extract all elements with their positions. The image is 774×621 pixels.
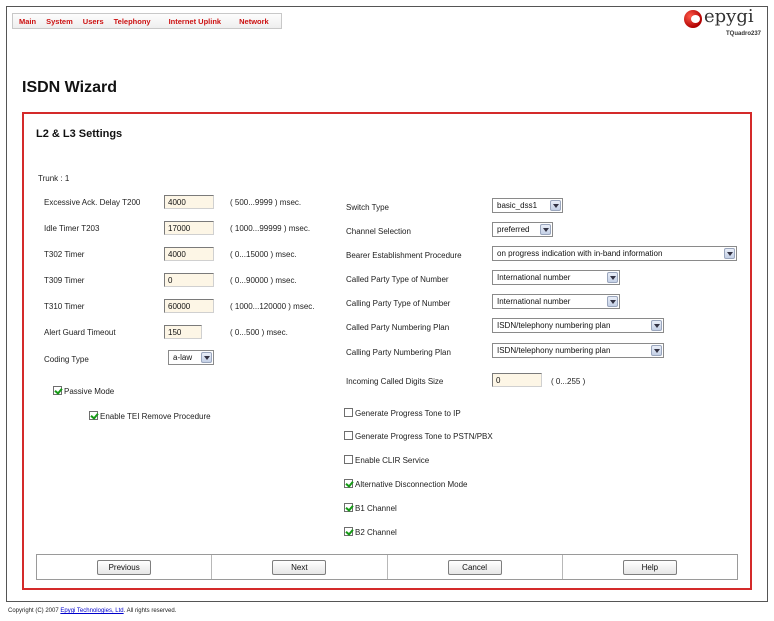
bearer-establishment-select[interactable]: on progress indication with in-band info…	[492, 246, 737, 261]
called-type-value: International number	[497, 273, 571, 282]
cancel-button[interactable]: Cancel	[447, 560, 502, 575]
progress-tone-ip-checkbox[interactable]	[344, 408, 353, 417]
b1-channel-label: B1 Channel	[355, 504, 397, 513]
trunk-label: Trunk : 1	[38, 174, 70, 183]
t203-input[interactable]	[164, 221, 214, 235]
t309-input[interactable]	[164, 273, 214, 287]
epygi-logo: epygi TQuadro237	[682, 6, 764, 42]
t310-label: T310 Timer	[44, 302, 85, 311]
switch-type-label: Switch Type	[346, 203, 389, 212]
previous-button[interactable]: Previous	[97, 560, 152, 575]
tei-remove-label: Enable TEI Remove Procedure	[100, 412, 211, 421]
button-cell: Help	[563, 555, 737, 579]
t310-input[interactable]	[164, 299, 214, 313]
settings-panel: L2 & L3 Settings Trunk : 1 Excessive Ack…	[22, 112, 752, 590]
nav-telephony[interactable]: Telephony	[114, 17, 151, 26]
incoming-digits-label: Incoming Called Digits Size	[346, 377, 444, 386]
calling-plan-label: Calling Party Numbering Plan	[346, 348, 451, 357]
channel-selection-value: preferred	[497, 225, 530, 234]
nav-system[interactable]: System	[46, 17, 73, 26]
button-cell: Next	[212, 555, 388, 579]
help-button[interactable]: Help	[622, 560, 677, 575]
tei-remove-checkbox[interactable]	[89, 411, 98, 420]
alert-guard-range: ( 0...500 ) msec.	[230, 328, 288, 337]
nav-main[interactable]: Main	[19, 17, 36, 26]
nav-internet-uplink[interactable]: Internet Uplink	[169, 17, 222, 26]
logo-mark-icon	[684, 10, 702, 28]
bearer-establishment-value: on progress indication with in-band info…	[497, 249, 663, 258]
progress-tone-pstn-checkbox[interactable]	[344, 431, 353, 440]
alert-guard-input[interactable]	[164, 325, 202, 339]
called-plan-value: ISDN/telephony numbering plan	[497, 321, 611, 330]
copyright-footer: Copyright (C) 2007 Epygi Technologies, L…	[8, 608, 176, 614]
incoming-digits-input[interactable]	[492, 373, 542, 387]
top-navigation: Main System Users Telephony Internet Upl…	[12, 13, 282, 29]
switch-type-select[interactable]: basic_dss1	[492, 198, 563, 213]
device-model: TQuadro237	[726, 31, 762, 37]
epygi-link[interactable]: Epygi Technologies, Ltd	[60, 608, 123, 614]
t200-input[interactable]	[164, 195, 214, 209]
button-cell: Previous	[37, 555, 213, 579]
called-plan-select[interactable]: ISDN/telephony numbering plan	[492, 318, 664, 333]
panel-title: L2 & L3 Settings	[36, 128, 123, 140]
logo-word: epygi	[704, 6, 754, 27]
t203-range: ( 1000...99999 ) msec.	[230, 224, 311, 233]
called-plan-label: Called Party Numbering Plan	[346, 323, 450, 332]
chevron-down-icon	[550, 200, 561, 211]
alt-disconnection-checkbox[interactable]	[344, 479, 353, 488]
page-title: ISDN Wizard	[22, 79, 117, 96]
chevron-down-icon	[607, 296, 618, 307]
coding-type-value: a-law	[173, 353, 193, 362]
t200-label: Excessive Ack. Delay T200	[44, 198, 141, 207]
coding-type-label: Coding Type	[44, 355, 89, 364]
t302-input[interactable]	[164, 247, 214, 261]
calling-plan-select[interactable]: ISDN/telephony numbering plan	[492, 343, 664, 358]
calling-plan-value: ISDN/telephony numbering plan	[497, 346, 611, 355]
calling-type-value: International number	[497, 297, 571, 306]
chevron-down-icon	[607, 272, 618, 283]
chevron-down-icon	[540, 224, 551, 235]
t310-range: ( 1000...120000 ) msec.	[230, 302, 315, 311]
alert-guard-label: Alert Guard Timeout	[44, 328, 116, 337]
coding-type-select[interactable]: a-law	[168, 350, 214, 365]
progress-tone-pstn-label: Generate Progress Tone to PSTN/PBX	[355, 432, 493, 441]
chevron-down-icon	[651, 345, 662, 356]
t200-range: ( 500...9999 ) msec.	[230, 198, 302, 207]
t302-range: ( 0...15000 ) msec.	[230, 250, 297, 259]
button-cell: Cancel	[388, 555, 563, 579]
copyright-suffix: . All rights reserved.	[123, 608, 177, 614]
chevron-down-icon	[201, 352, 212, 363]
clir-service-checkbox[interactable]	[344, 455, 353, 464]
t203-label: Idle Timer T203	[44, 224, 100, 233]
wizard-button-bar: Previous Next Cancel Help	[36, 554, 738, 580]
t302-label: T302 Timer	[44, 250, 85, 259]
copyright-prefix: Copyright (C) 2007	[8, 608, 61, 614]
channel-selection-label: Channel Selection	[346, 227, 411, 236]
calling-type-label: Calling Party Type of Number	[346, 299, 451, 308]
nav-users[interactable]: Users	[83, 17, 104, 26]
next-button[interactable]: Next	[272, 560, 327, 575]
alt-disconnection-label: Alternative Disconnection Mode	[355, 480, 468, 489]
switch-type-value: basic_dss1	[497, 201, 538, 210]
clir-service-label: Enable CLIR Service	[355, 456, 430, 465]
called-type-label: Called Party Type of Number	[346, 275, 449, 284]
t309-label: T309 Timer	[44, 276, 85, 285]
b1-channel-checkbox[interactable]	[344, 503, 353, 512]
b2-channel-checkbox[interactable]	[344, 527, 353, 536]
t309-range: ( 0...90000 ) msec.	[230, 276, 297, 285]
chevron-down-icon	[724, 248, 735, 259]
nav-network[interactable]: Network	[239, 17, 269, 26]
incoming-digits-range: ( 0...255 )	[551, 377, 586, 386]
called-type-select[interactable]: International number	[492, 270, 620, 285]
passive-mode-checkbox[interactable]	[53, 386, 62, 395]
b2-channel-label: B2 Channel	[355, 528, 397, 537]
bearer-establishment-label: Bearer Establishment Procedure	[346, 251, 462, 260]
chevron-down-icon	[651, 320, 662, 331]
channel-selection-select[interactable]: preferred	[492, 222, 553, 237]
passive-mode-label: Passive Mode	[64, 387, 115, 396]
calling-type-select[interactable]: International number	[492, 294, 620, 309]
progress-tone-ip-label: Generate Progress Tone to IP	[355, 409, 461, 418]
